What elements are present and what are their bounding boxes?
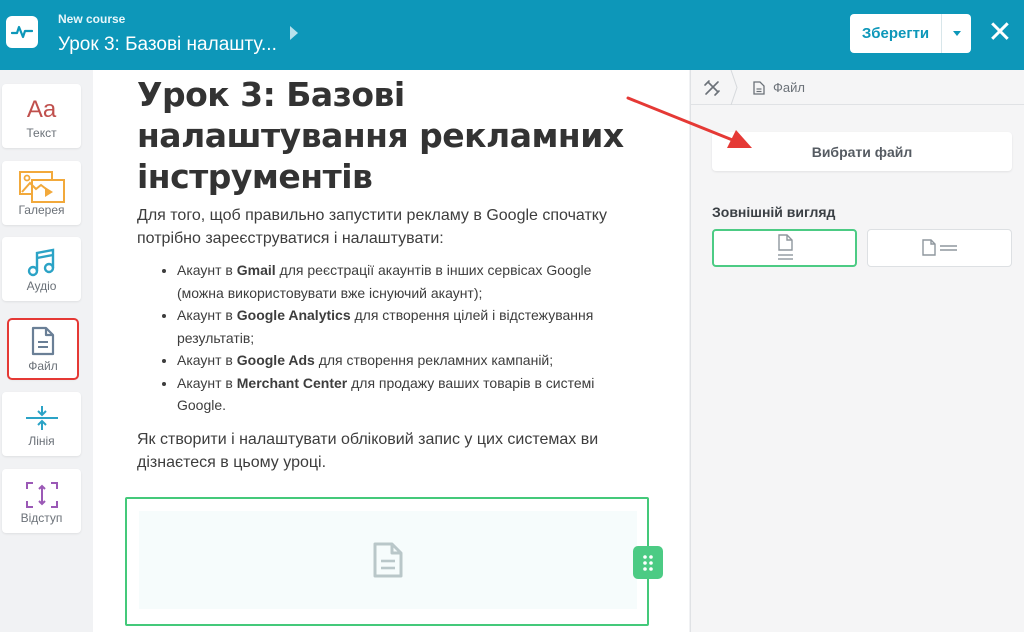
list-item: Акаунт в Google Ads для створення реклам…	[177, 349, 637, 372]
lesson-editor-canvas: Урок 3: Базові налаштування рекламних ін…	[93, 70, 689, 632]
list-item-text: Акаунт в	[177, 374, 237, 391]
tool-line[interactable]: Лінія	[2, 392, 81, 456]
save-options-dropdown[interactable]	[942, 14, 971, 53]
file-block-selected[interactable]	[125, 497, 649, 626]
file-stacked-layout-icon	[777, 234, 793, 260]
requirements-list[interactable]: Акаунт в Gmail для реєстрації акаунтів в…	[177, 259, 637, 417]
file-icon	[8, 323, 78, 359]
close-icon[interactable]: ✕	[987, 18, 1013, 48]
tool-label: Текст	[26, 126, 57, 140]
course-name[interactable]: New course	[58, 12, 125, 26]
appearance-heading: Зовнішній вигляд	[712, 204, 836, 220]
drag-handle-icon[interactable]	[633, 546, 663, 579]
gallery-icon	[2, 169, 81, 205]
tool-spacing[interactable]: Відступ	[2, 469, 81, 533]
save-button[interactable]: Зберегти	[850, 14, 942, 53]
list-item-bold: Google Ads	[236, 352, 315, 368]
tool-gallery[interactable]: Галерея	[2, 161, 81, 225]
app-logo[interactable]	[6, 16, 38, 48]
top-bar: New course Урок 3: Базові налашту... Збе…	[0, 0, 1024, 70]
file-placeholder-icon	[373, 542, 403, 578]
outro-paragraph[interactable]: Як створити і налаштувати обліковий запи…	[137, 428, 647, 474]
tool-text[interactable]: Aa Текст	[2, 84, 81, 148]
tool-label: Лінія	[28, 434, 55, 448]
caret-down-icon	[952, 31, 961, 36]
pulse-icon	[11, 25, 33, 39]
list-item-bold: Merchant Center	[236, 374, 348, 391]
list-item-text: Акаунт в	[177, 307, 237, 323]
view-option-icon-above[interactable]	[712, 229, 857, 267]
lesson-title[interactable]: Урок 3: Базові налашту...	[58, 34, 277, 56]
tools-icon[interactable]	[703, 79, 721, 97]
list-item: Акаунт в Merchant Center для продажу ваш…	[177, 372, 637, 417]
tool-label: Відступ	[20, 511, 63, 525]
list-item-bold: Google Analytics	[236, 307, 351, 323]
view-option-icon-inline[interactable]	[867, 229, 1012, 267]
lesson-heading[interactable]: Урок 3: Базові налаштування рекламних ін…	[137, 74, 657, 197]
chevron-right-icon[interactable]	[290, 26, 298, 40]
list-item-text: Акаунт в	[177, 352, 237, 368]
tool-label: Аудіо	[26, 279, 57, 293]
list-item-text: Акаунт в	[177, 262, 237, 278]
spacing-icon	[2, 477, 81, 513]
block-settings-panel: Файл Вибрати файл Зовнішній вигляд	[690, 70, 1024, 632]
list-item-bold: Gmail	[236, 262, 276, 278]
text-icon: Aa	[26, 96, 57, 123]
panel-breadcrumb: Файл	[691, 70, 1024, 105]
list-item: Акаунт в Google Analytics для створення …	[177, 304, 637, 349]
breadcrumb-separator	[730, 70, 738, 105]
file-inline-layout-icon	[921, 239, 957, 256]
intro-paragraph[interactable]: Для того, щоб правильно запустити реклам…	[137, 204, 647, 250]
content-tools-sidebar: Aa Текст Галерея Аудіо Файл Лінія Відсту…	[0, 70, 92, 632]
tool-audio[interactable]: Аудіо	[2, 237, 81, 301]
tool-file[interactable]: Файл	[7, 318, 79, 380]
file-icon	[753, 81, 765, 95]
file-placeholder[interactable]	[139, 511, 637, 609]
list-item: Акаунт в Gmail для реєстрації акаунтів в…	[177, 259, 637, 304]
tool-label: Файл	[28, 359, 58, 373]
list-item-text: для створення рекламних кампаній;	[314, 352, 554, 368]
line-icon	[2, 400, 81, 436]
choose-file-button[interactable]: Вибрати файл	[712, 132, 1012, 171]
breadcrumb-current: Файл	[773, 80, 805, 95]
tool-label: Галерея	[18, 203, 65, 217]
audio-icon	[2, 245, 81, 281]
save-button-group: Зберегти	[850, 14, 971, 53]
